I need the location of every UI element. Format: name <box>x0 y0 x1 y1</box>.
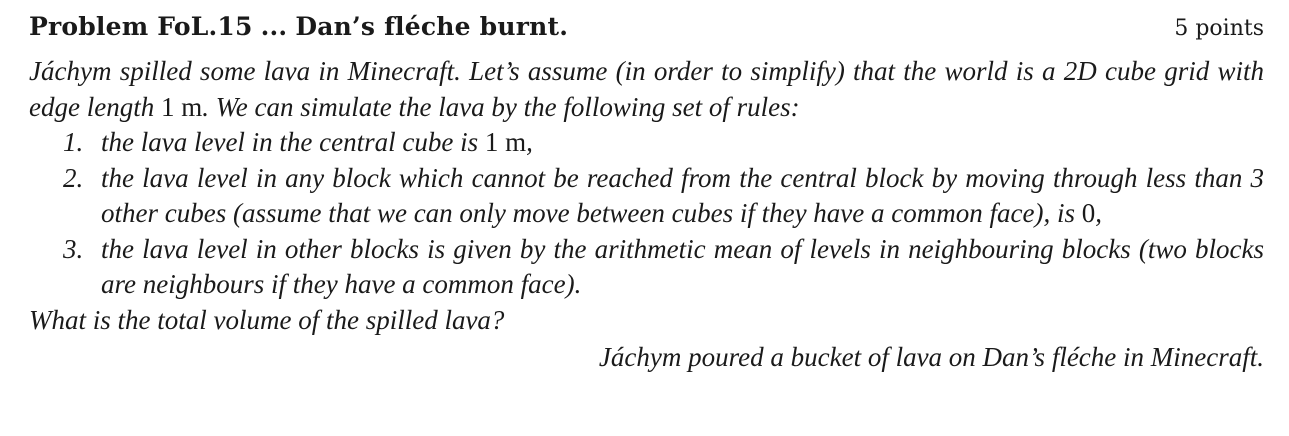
problem-header: Problem FoL.15... Dan’s fléche burnt. 5 p… <box>29 12 1264 54</box>
problem-points: 5 points <box>1174 16 1264 41</box>
rule-value: 1 m <box>484 127 527 157</box>
intro-text-2: . We can simulate the lava by the follow… <box>202 91 800 122</box>
rule-text-end: , <box>526 127 533 157</box>
rule-number: 1. <box>63 127 84 157</box>
rules-list: 1. the lava level in the central cube is … <box>29 125 1264 303</box>
problem-id: Problem FoL.15 <box>29 12 253 41</box>
problem-statement: Jáchym spilled some lava in Minecraft. L… <box>29 54 1264 376</box>
problem-page: Problem FoL.15... Dan’s fléche burnt. 5 p… <box>29 12 1264 376</box>
rule-value: 0 <box>1081 198 1096 228</box>
rule-number: 2. <box>63 162 84 193</box>
rule-item: 2. the lava level in any block which cann… <box>29 161 1264 232</box>
problem-caption: Jáchym poured a bucket of lava on Dan’s … <box>598 342 1264 372</box>
problem-title: Problem FoL.15... Dan’s fléche burnt. <box>29 12 568 41</box>
rule-number: 3. <box>63 233 84 264</box>
rule-text: the lava level in other blocks is given … <box>101 233 1264 300</box>
rule-text: the lava level in the central cube is <box>101 127 485 157</box>
rule-text-end: , <box>1095 198 1102 228</box>
rule-item: 1. the lava level in the central cube is … <box>29 125 1264 161</box>
title-separator: ... <box>260 12 288 41</box>
intro-paragraph: Jáchym spilled some lava in Minecraft. L… <box>29 54 1264 125</box>
problem-name: Dan’s fléche burnt. <box>295 12 569 41</box>
edge-length-value: 1 m <box>160 91 203 122</box>
question-text: What is the total volume of the spilled … <box>29 304 505 335</box>
rule-item: 3. the lava level in other blocks is give… <box>29 232 1264 303</box>
